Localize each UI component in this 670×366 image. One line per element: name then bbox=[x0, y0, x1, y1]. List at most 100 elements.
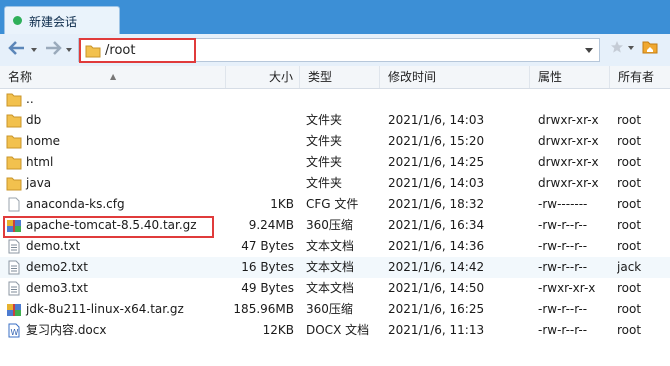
file-type: CFG 文件 bbox=[306, 197, 359, 211]
file-size bbox=[226, 173, 294, 194]
file-name-cell: home bbox=[6, 131, 224, 152]
file-row[interactable]: java 文件夹 2021/1/6, 14:03 drwxr-xr-x root bbox=[0, 173, 670, 194]
file-highlight-box bbox=[3, 216, 214, 238]
address-highlight-box bbox=[79, 38, 196, 63]
file-type: 文件夹 bbox=[306, 113, 343, 127]
file-owner: root bbox=[617, 281, 642, 295]
file-permissions: -rw-r--r-- bbox=[538, 260, 588, 274]
file-size: 47 Bytes bbox=[241, 239, 294, 253]
file-name: .. bbox=[26, 92, 34, 106]
session-tab[interactable]: 新建会话 bbox=[4, 6, 120, 34]
file-owner bbox=[617, 89, 669, 110]
forward-history-dropdown-icon[interactable] bbox=[66, 48, 72, 52]
toolbar-right-tools bbox=[606, 40, 670, 60]
file-row[interactable]: db 文件夹 2021/1/6, 14:03 drwxr-xr-x root bbox=[0, 110, 670, 131]
address-dropdown-icon[interactable] bbox=[585, 48, 593, 53]
column-header-mtime[interactable]: 修改时间 bbox=[380, 66, 530, 88]
file-row[interactable]: demo3.txt 49 Bytes 文本文档 2021/1/6, 14:50 -rwx… bbox=[0, 278, 670, 299]
text-file-icon bbox=[6, 239, 22, 254]
column-header-size[interactable]: 大小 bbox=[226, 66, 300, 88]
back-history-dropdown-icon[interactable] bbox=[31, 48, 37, 52]
file-size bbox=[226, 89, 294, 110]
file-name-cell: jdk-8u211-linux-x64.tar.gz bbox=[6, 299, 224, 320]
file-mtime: 2021/1/6, 14:25 bbox=[388, 155, 485, 169]
file-row[interactable]: jdk-8u211-linux-x64.tar.gz 185.96MB 360压缩 2… bbox=[0, 299, 670, 320]
forward-arrow-icon[interactable] bbox=[44, 40, 62, 58]
file-owner: root bbox=[617, 218, 642, 232]
file-name-cell: demo.txt bbox=[6, 236, 224, 257]
file-owner: root bbox=[617, 239, 642, 253]
file-name: jdk-8u211-linux-x64.tar.gz bbox=[26, 302, 184, 316]
file-row[interactable]: .. bbox=[0, 89, 670, 110]
session-tab-bar: 新建会话 bbox=[0, 0, 670, 34]
column-header-perm[interactable]: 属性 bbox=[530, 66, 610, 88]
column-header-name[interactable]: 名称 ▲ bbox=[0, 66, 226, 88]
file-owner: root bbox=[617, 323, 642, 337]
file-owner: root bbox=[617, 113, 642, 127]
file-size: 12KB bbox=[262, 323, 294, 337]
file-owner: root bbox=[617, 176, 642, 190]
file-name: demo3.txt bbox=[26, 281, 88, 295]
file-mtime: 2021/1/6, 14:36 bbox=[388, 239, 485, 253]
file-name-cell: html bbox=[6, 152, 224, 173]
file-row[interactable]: anaconda-ks.cfg 1KB CFG 文件 2021/1/6, 18:32 -… bbox=[0, 194, 670, 215]
file-permissions: -rw-r--r-- bbox=[538, 302, 588, 316]
svg-text:W: W bbox=[11, 328, 19, 337]
file-permissions: drwxr-xr-x bbox=[538, 134, 599, 148]
file-row[interactable]: demo2.txt 16 Bytes 文本文档 2021/1/6, 14:42 -rw-… bbox=[0, 257, 670, 278]
file-owner: root bbox=[617, 155, 642, 169]
file-row[interactable]: demo.txt 47 Bytes 文本文档 2021/1/6, 14:36 -rw-r… bbox=[0, 236, 670, 257]
file-row[interactable]: html 文件夹 2021/1/6, 14:25 drwxr-xr-x root bbox=[0, 152, 670, 173]
file-row[interactable]: W 复习内容.docx 12KB DOCX 文档 2021/1/6, 11:13 -rw-… bbox=[0, 320, 670, 341]
column-header-owner[interactable]: 所有者 bbox=[610, 66, 670, 88]
file-permissions bbox=[538, 89, 612, 110]
file-permissions: -rw------- bbox=[538, 197, 588, 211]
file-mtime: 2021/1/6, 18:32 bbox=[388, 197, 485, 211]
file-mtime bbox=[388, 89, 528, 110]
column-header-type[interactable]: 类型 bbox=[300, 66, 380, 88]
file-type: DOCX 文档 bbox=[306, 323, 370, 337]
file-type: 360压缩 bbox=[306, 218, 353, 232]
file-permissions: -rw-r--r-- bbox=[538, 239, 588, 253]
file-mtime: 2021/1/6, 11:13 bbox=[388, 323, 485, 337]
folder-icon bbox=[6, 155, 22, 170]
file-mtime: 2021/1/6, 14:50 bbox=[388, 281, 485, 295]
file-type: 360压缩 bbox=[306, 302, 353, 316]
file-type bbox=[306, 89, 378, 110]
file-name-cell: demo3.txt bbox=[6, 278, 224, 299]
column-owner-label: 所有者 bbox=[618, 70, 655, 84]
file-name: html bbox=[26, 155, 54, 169]
home-folder-icon[interactable] bbox=[642, 40, 658, 57]
file-owner: root bbox=[617, 134, 642, 148]
star-favorite-icon[interactable] bbox=[610, 40, 624, 57]
file-type: 文本文档 bbox=[306, 239, 355, 253]
file-name: home bbox=[26, 134, 61, 148]
file-type: 文本文档 bbox=[306, 260, 355, 274]
file-row[interactable]: home 文件夹 2021/1/6, 15:20 drwxr-xr-x root bbox=[0, 131, 670, 152]
file-size bbox=[226, 110, 294, 131]
favorites-dropdown-icon[interactable] bbox=[628, 46, 634, 50]
file-type: 文件夹 bbox=[306, 134, 343, 148]
back-arrow-icon[interactable] bbox=[8, 40, 26, 58]
file-size: 16 Bytes bbox=[241, 260, 294, 274]
file-size bbox=[226, 131, 294, 152]
session-tab-label: 新建会话 bbox=[29, 15, 78, 29]
file-name: anaconda-ks.cfg bbox=[26, 197, 125, 211]
column-mtime-label: 修改时间 bbox=[388, 70, 437, 84]
file-permissions: -rwxr-xr-x bbox=[538, 281, 596, 295]
file-size: 185.96MB bbox=[233, 302, 294, 316]
folder-up-icon bbox=[6, 92, 22, 107]
file-icon bbox=[6, 197, 22, 212]
text-file-icon bbox=[6, 260, 22, 275]
file-size: 49 Bytes bbox=[241, 281, 294, 295]
file-name-cell: java bbox=[6, 173, 224, 194]
file-mtime: 2021/1/6, 14:03 bbox=[388, 113, 485, 127]
file-mtime: 2021/1/6, 15:20 bbox=[388, 134, 485, 148]
file-size: 9.24MB bbox=[248, 218, 294, 232]
file-name: db bbox=[26, 113, 42, 127]
file-name-cell: db bbox=[6, 110, 224, 131]
file-type: 文件夹 bbox=[306, 176, 343, 190]
file-type: 文本文档 bbox=[306, 281, 355, 295]
file-name-cell: demo2.txt bbox=[6, 257, 224, 278]
file-mtime: 2021/1/6, 16:34 bbox=[388, 218, 485, 232]
